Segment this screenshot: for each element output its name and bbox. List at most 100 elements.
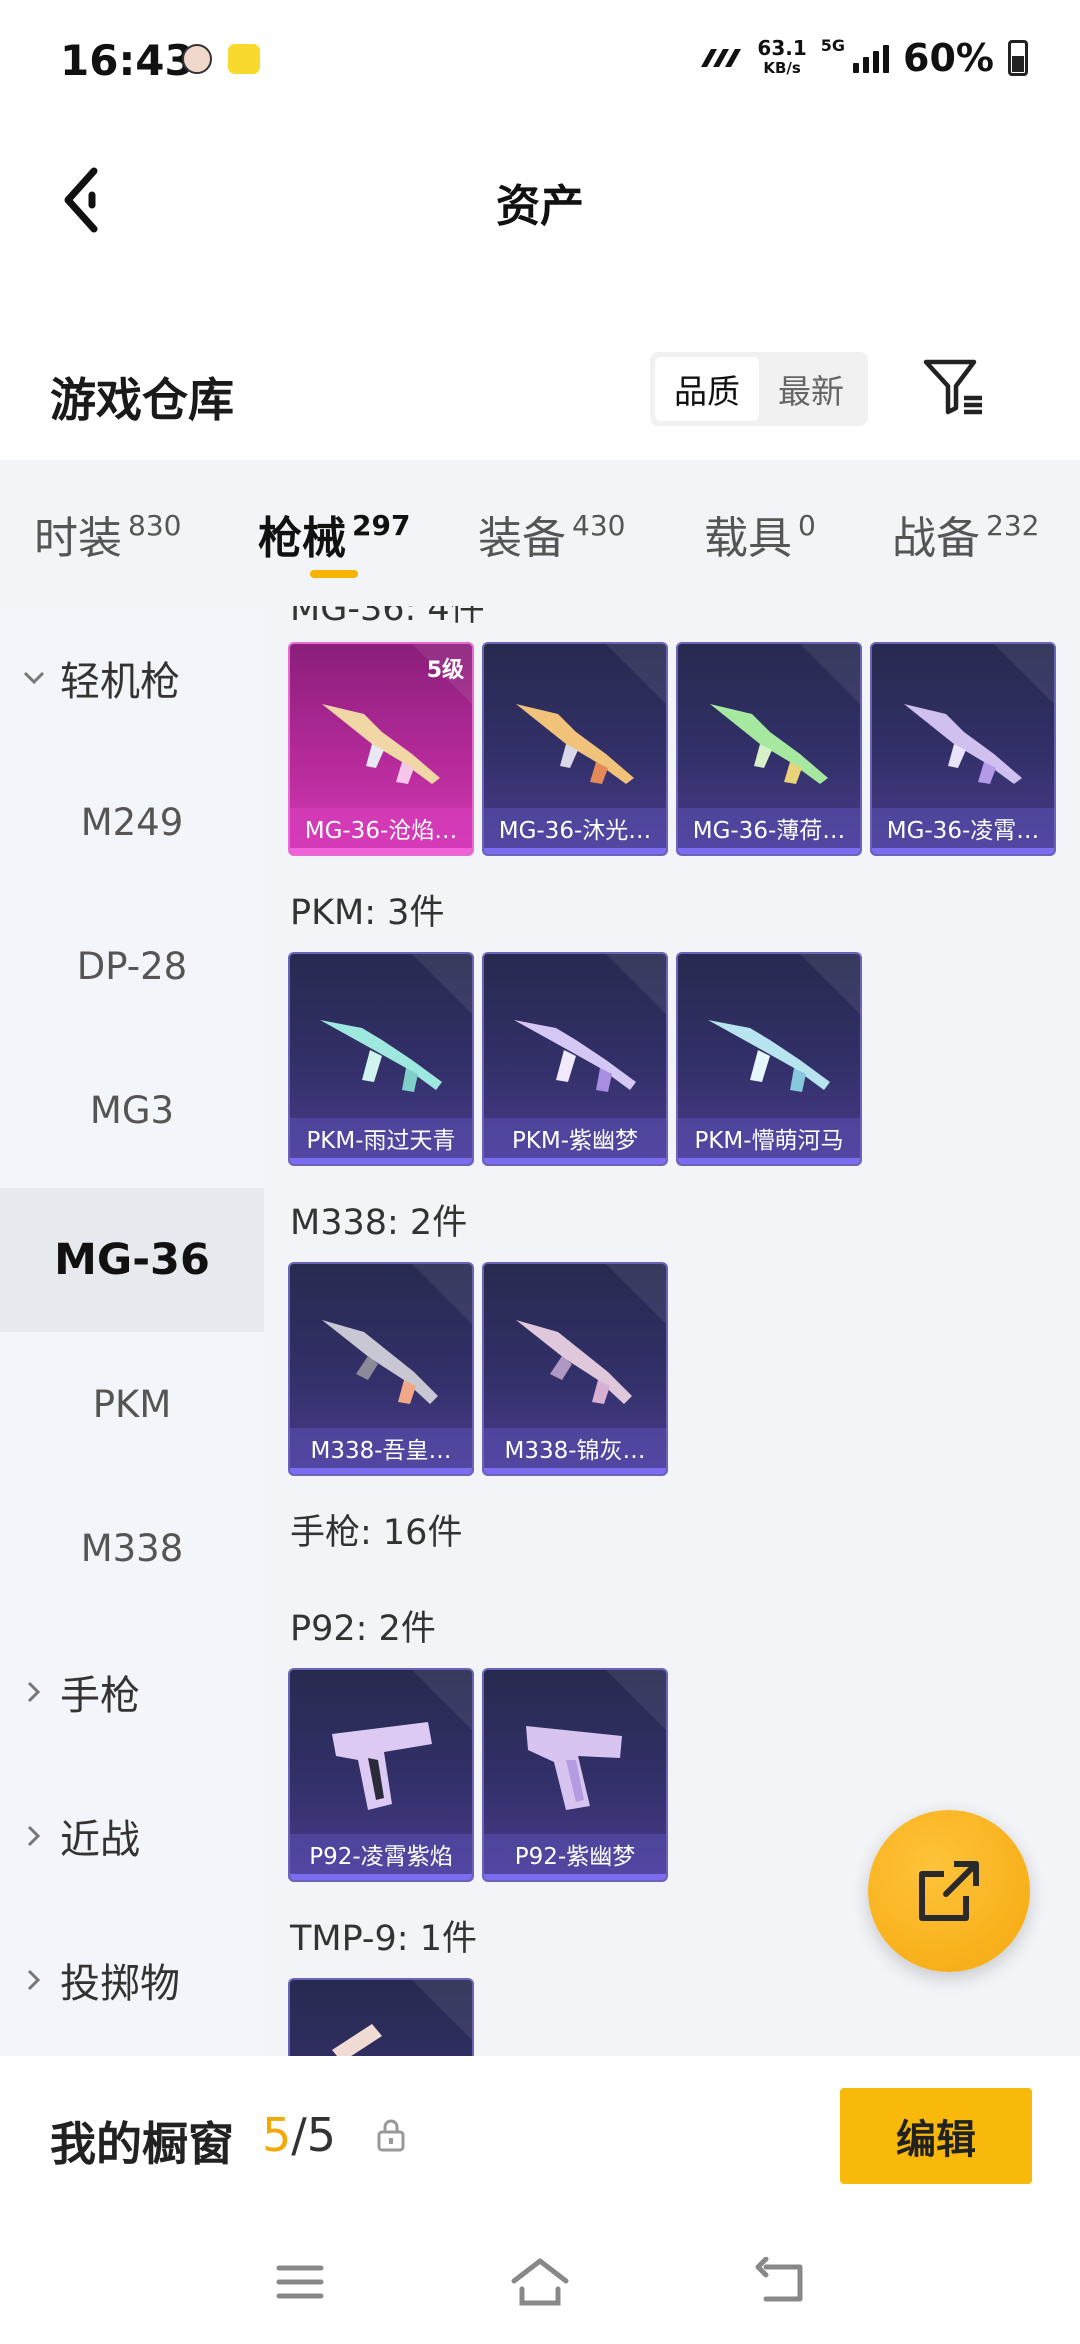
sidebar-item-lmg[interactable]: 轻机枪: [0, 606, 264, 750]
chevron-right-icon: [22, 1824, 46, 1848]
status-indicators: 63.1 KB/s 5G 60%: [697, 36, 1028, 80]
group-label-pkm: PKM: 3件: [290, 893, 445, 933]
inventory-card[interactable]: M338-锦灰…: [482, 1262, 668, 1476]
page-title: 资产: [496, 181, 584, 232]
inventory-card[interactable]: MG-36-沐光…: [482, 642, 668, 856]
nfc-icon: [701, 49, 742, 67]
net-speed: 63.1 KB/s: [757, 36, 807, 77]
chevron-right-icon: [22, 1968, 46, 1992]
active-tab-indicator: [310, 570, 358, 578]
card-name: MG-36-沧焰…: [290, 808, 472, 854]
network-type: 5G: [820, 36, 846, 55]
smg-skin-image: [332, 2024, 382, 2056]
sidebar-item-dp28[interactable]: DP-28: [0, 894, 264, 1038]
rifle-skin-image: [904, 704, 1022, 784]
pistol-skin-image: [526, 1726, 622, 1810]
tab-firearms[interactable]: 枪械 297: [258, 502, 410, 566]
sidebar-item-mg3[interactable]: MG3: [0, 1038, 264, 1182]
status-time: 16:43: [60, 36, 194, 85]
warehouse-header: 游戏仓库 品质 最新: [0, 340, 1080, 460]
avatar-notification-icon: [182, 44, 212, 74]
inventory-card[interactable]: 5级 MG-36-沧焰…: [288, 642, 474, 856]
back-icon: [755, 2257, 803, 2302]
rifle-skin-image: [320, 1020, 442, 1092]
battery-icon: [1008, 40, 1028, 76]
rifle-skin-image: [710, 704, 828, 784]
card-name: MG-36-薄荷…: [678, 808, 860, 854]
card-name: PKM-雨过天青: [290, 1118, 472, 1164]
edit-button[interactable]: 编辑: [840, 2088, 1032, 2184]
card-name: M338-吾皇…: [290, 1428, 472, 1474]
rifle-skin-image: [708, 1020, 830, 1092]
top-header: 资产: [0, 140, 1080, 260]
tab-vehicles[interactable]: 载具 0: [704, 502, 816, 566]
card-name: MG-36-凌霄…: [872, 808, 1054, 854]
inventory-card[interactable]: PKM-懵萌河马: [676, 952, 862, 1166]
inventory-card[interactable]: P92-凌霄紫焰: [288, 1668, 474, 1882]
group-label-m338: M338: 2件: [290, 1203, 468, 1243]
rifle-skin-image: [514, 1020, 636, 1092]
inventory-card[interactable]: P92-紫幽梦: [482, 1668, 668, 1882]
home-icon: [511, 2258, 569, 2306]
sidebar-item-throwables[interactable]: 投掷物: [0, 1908, 264, 2052]
group-label-tmp9: TMP-9: 1件: [290, 1919, 477, 1959]
showcase-bar: 我的橱窗 5/5 编辑: [0, 2056, 1080, 2216]
battery-percent: 60%: [903, 36, 994, 80]
card-name: MG-36-沐光…: [484, 808, 666, 854]
menu-icon: [276, 2265, 324, 2299]
filter-button[interactable]: [920, 354, 986, 420]
sort-newest-option[interactable]: 最新: [759, 357, 863, 421]
card-name: M338-锦灰…: [484, 1428, 666, 1474]
card-name: P92-凌霄紫焰: [290, 1834, 472, 1880]
tab-equipment[interactable]: 装备 430: [478, 502, 625, 566]
card-name: PKM-紫幽梦: [484, 1118, 666, 1164]
sidebar-item-label: 近战: [60, 1817, 140, 1863]
tab-fashion[interactable]: 时装 830: [34, 502, 181, 566]
sort-quality-option[interactable]: 品质: [655, 357, 759, 421]
sidebar-item-label: 轻机枪: [60, 659, 180, 705]
inventory-card[interactable]: M338-吾皇…: [288, 1262, 474, 1476]
chevron-down-icon: [22, 666, 46, 690]
back-nav-button[interactable]: [750, 2252, 810, 2312]
category-tabs: 时装 830 枪械 297 装备 430 载具 0 战备 232: [0, 460, 1080, 606]
system-navigation-bar: [0, 2216, 1080, 2344]
filter-icon: [923, 359, 982, 415]
chevron-right-icon: [22, 1680, 46, 1704]
lock-icon: [377, 2119, 405, 2152]
card-name: P92-紫幽梦: [484, 1834, 666, 1880]
group-label-mg36: MG-36: 4件: [290, 606, 485, 629]
sort-toggle: 品质 最新: [650, 352, 868, 426]
tab-supplies[interactable]: 战备 232: [892, 502, 1039, 566]
share-button[interactable]: [868, 1810, 1030, 1972]
group-label-p92: P92: 2件: [290, 1609, 436, 1649]
rifle-skin-image: [516, 704, 634, 784]
home-button[interactable]: [510, 2252, 570, 2312]
sidebar-item-mg36[interactable]: MG-36: [0, 1188, 264, 1332]
share-external-icon: [919, 1861, 979, 1921]
weapon-type-sidebar: 轻机枪 M249 DP-28 MG3 MG-36 PKM M338 手枪 近战 …: [0, 606, 264, 2056]
app-notification-icon: [228, 44, 260, 74]
sidebar-item-pistol[interactable]: 手枪: [0, 1620, 264, 1764]
inventory-card[interactable]: [288, 1978, 474, 2056]
inventory-card[interactable]: MG-36-凌霄…: [870, 642, 1056, 856]
inventory-card[interactable]: PKM-紫幽梦: [482, 952, 668, 1166]
rifle-skin-image: [322, 1320, 438, 1404]
menu-button[interactable]: [270, 2252, 330, 2312]
showcase-title: 我的橱窗: [50, 2117, 234, 2171]
sidebar-item-pkm[interactable]: PKM: [0, 1332, 264, 1476]
sidebar-item-m249[interactable]: M249: [0, 750, 264, 894]
pistol-skin-image: [332, 1722, 432, 1810]
signal-icon: [853, 43, 890, 73]
sidebar-item-label: 手枪: [60, 1673, 140, 1719]
warehouse-title: 游戏仓库: [50, 373, 234, 427]
rifle-skin-image: [516, 1320, 632, 1404]
inventory-card[interactable]: PKM-雨过天青: [288, 952, 474, 1166]
group-label-pistol: 手枪: 16件: [290, 1513, 463, 1553]
sidebar-item-m338[interactable]: M338: [0, 1476, 264, 1620]
rifle-skin-image: [322, 704, 440, 784]
sidebar-item-melee[interactable]: 近战: [0, 1764, 264, 1908]
status-bar: 16:43 63.1 KB/s 5G 60%: [0, 0, 1080, 120]
card-name: PKM-懵萌河马: [678, 1118, 860, 1164]
sidebar-item-label: 投掷物: [60, 1961, 180, 2007]
inventory-card[interactable]: MG-36-薄荷…: [676, 642, 862, 856]
